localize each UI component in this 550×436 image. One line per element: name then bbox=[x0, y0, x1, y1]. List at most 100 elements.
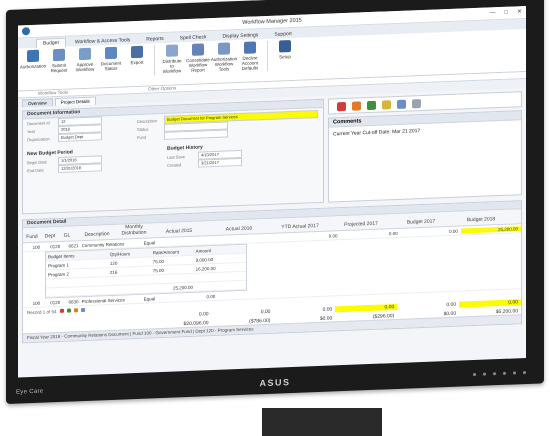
field-label: Created bbox=[167, 161, 182, 168]
table-cell: 0.00 bbox=[388, 230, 398, 236]
delete-row-icon[interactable] bbox=[59, 308, 64, 313]
monitor-button[interactable] bbox=[483, 372, 486, 376]
table-cell: 0.00 bbox=[449, 228, 458, 234]
delete-icon[interactable] bbox=[337, 101, 346, 111]
field-label: Begin Date bbox=[27, 158, 47, 165]
table-cell bbox=[218, 238, 278, 240]
ribbon-button-icon bbox=[218, 42, 230, 55]
tab-support[interactable]: Support bbox=[267, 29, 299, 39]
minimize-button[interactable]: — bbox=[489, 7, 495, 19]
ribbon-button[interactable]: Approve Workflow bbox=[74, 47, 96, 73]
ribbon-button[interactable]: Submit Request bbox=[48, 48, 70, 74]
tab-display-settings[interactable]: Display Settings bbox=[215, 30, 265, 41]
record-count: Record 1 of 54 bbox=[27, 308, 57, 315]
document-info-panel: Document Information Document Id 12 Year… bbox=[22, 98, 324, 215]
doc-tab-overview[interactable]: Overview bbox=[22, 98, 53, 108]
ribbon-button[interactable]: Authorization bbox=[20, 49, 46, 69]
table-cell: Community Relations bbox=[81, 240, 125, 248]
subgrid-cell: Program 2 bbox=[48, 271, 70, 277]
subgrid-cell: 216 bbox=[109, 269, 118, 275]
open-icon[interactable] bbox=[382, 99, 391, 110]
info-fields: Document Id 12 Year 2018 Organization Bu… bbox=[23, 115, 133, 145]
column-header[interactable]: Dept bbox=[41, 233, 59, 242]
ribbon-button-icon bbox=[192, 43, 204, 56]
ribbon-button[interactable]: Distribute to Workflow bbox=[161, 44, 183, 74]
ribbon-button[interactable]: Setup bbox=[274, 40, 296, 60]
fund-field[interactable] bbox=[164, 129, 228, 140]
ribbon-button-icon bbox=[79, 47, 91, 61]
copy-icon[interactable] bbox=[412, 98, 421, 108]
ribbon-button-label: Document Status bbox=[100, 60, 122, 72]
subgrid-cell: 9,000.00 bbox=[195, 256, 214, 263]
monitor-frame: Workflow Manager 2015 — □ ✕ Budget Workf… bbox=[6, 0, 544, 405]
monitor-button[interactable] bbox=[473, 372, 476, 377]
ribbon-button-icon bbox=[105, 46, 117, 60]
subgrid-cell: 75.00 bbox=[152, 258, 164, 264]
right-panel: Comments Current Year Cut-off Date: Mar … bbox=[328, 91, 522, 203]
table-cell bbox=[341, 289, 401, 291]
organization-field[interactable]: Budget Dept bbox=[58, 132, 102, 143]
comments-panel: Comments Current Year Cut-off Date: Mar … bbox=[328, 110, 522, 203]
monitor-button[interactable] bbox=[493, 372, 496, 376]
subgrid-cell: 120 bbox=[109, 260, 118, 266]
subgrid-cell bbox=[151, 278, 194, 280]
window-controls: — □ ✕ bbox=[489, 6, 522, 19]
end-date-field[interactable]: 12/31/2018 bbox=[58, 163, 102, 174]
column-header[interactable]: Monthly Distribution bbox=[119, 224, 149, 239]
table-cell: 6621 bbox=[68, 242, 79, 249]
table-cell: 6630 bbox=[68, 298, 79, 305]
ribbon-button[interactable]: Authorization Workflow Tools bbox=[210, 42, 238, 72]
ribbon-button[interactable]: Consolidate Workflow Report bbox=[186, 43, 210, 73]
monitor-button[interactable] bbox=[503, 371, 506, 375]
table-cell: Professional Services - Legal bbox=[81, 296, 127, 304]
table-cell: 0120 bbox=[50, 243, 61, 249]
doc-tab-project-details[interactable]: Project Details bbox=[54, 96, 96, 107]
main-panel: Document Information Document Id 12 Year… bbox=[18, 88, 526, 218]
tab-spell-check[interactable]: Spell Check bbox=[173, 32, 214, 43]
table-cell: 25,200.00 bbox=[460, 225, 522, 234]
column-header[interactable]: Fund bbox=[23, 234, 41, 243]
column-header[interactable]: GL bbox=[59, 232, 75, 241]
app-window: Workflow Manager 2015 — □ ✕ Budget Workf… bbox=[18, 6, 526, 378]
subgrid-cell bbox=[46, 281, 108, 283]
monitor-button[interactable] bbox=[513, 371, 516, 375]
field-label: Document Id bbox=[27, 119, 50, 126]
table-cell bbox=[278, 291, 340, 293]
table-cell: Equal bbox=[143, 239, 156, 246]
flag-icon[interactable] bbox=[352, 100, 361, 111]
column-header[interactable]: Description bbox=[75, 231, 119, 241]
ribbon-button[interactable]: Document Status bbox=[100, 46, 122, 72]
ribbon-button-icon bbox=[244, 41, 256, 54]
subgrid-column-header: Amount bbox=[195, 247, 212, 254]
field-label: Last Save bbox=[167, 153, 185, 160]
table-cell bbox=[461, 284, 521, 286]
app-icon[interactable] bbox=[22, 27, 30, 36]
edit-row-icon[interactable] bbox=[73, 308, 78, 313]
window-title: Workflow Manager 2015 bbox=[242, 17, 302, 26]
ribbon-button-icon bbox=[131, 45, 143, 59]
table-cell bbox=[218, 294, 278, 296]
tab-budget[interactable]: Budget bbox=[36, 37, 66, 48]
power-button[interactable] bbox=[523, 371, 526, 375]
budget-items-subgrid: Budget Items Qty/Hours Rate/Amount Amount P… bbox=[45, 243, 247, 299]
created-field[interactable]: 3/21/2017 bbox=[198, 157, 242, 168]
field-label: Organization bbox=[27, 135, 50, 142]
ribbon-separator bbox=[154, 45, 155, 76]
maximize-button[interactable]: □ bbox=[504, 7, 508, 19]
save-row-icon[interactable] bbox=[80, 307, 85, 313]
ribbon-button[interactable]: Decline Account Defaults bbox=[239, 41, 261, 71]
ribbon-button-label: Distribute to Workflow bbox=[162, 58, 182, 74]
ribbon-button[interactable]: Export bbox=[126, 45, 148, 66]
add-row-icon[interactable] bbox=[66, 308, 71, 313]
subgrid-column-header: Qty/Hours bbox=[109, 250, 131, 257]
refresh-icon[interactable] bbox=[367, 100, 376, 110]
tab-reports[interactable]: Reports bbox=[139, 34, 171, 44]
field-label: Year bbox=[27, 128, 36, 134]
subgrid-cell bbox=[108, 279, 151, 281]
ribbon-button-label: Authorization Workflow Tools bbox=[210, 56, 238, 72]
table-cell: Equal bbox=[143, 295, 156, 302]
attach-icon[interactable] bbox=[397, 99, 406, 109]
ribbon-button-icon bbox=[166, 44, 178, 57]
totals-spacer bbox=[23, 316, 150, 321]
close-button[interactable]: ✕ bbox=[517, 6, 522, 18]
